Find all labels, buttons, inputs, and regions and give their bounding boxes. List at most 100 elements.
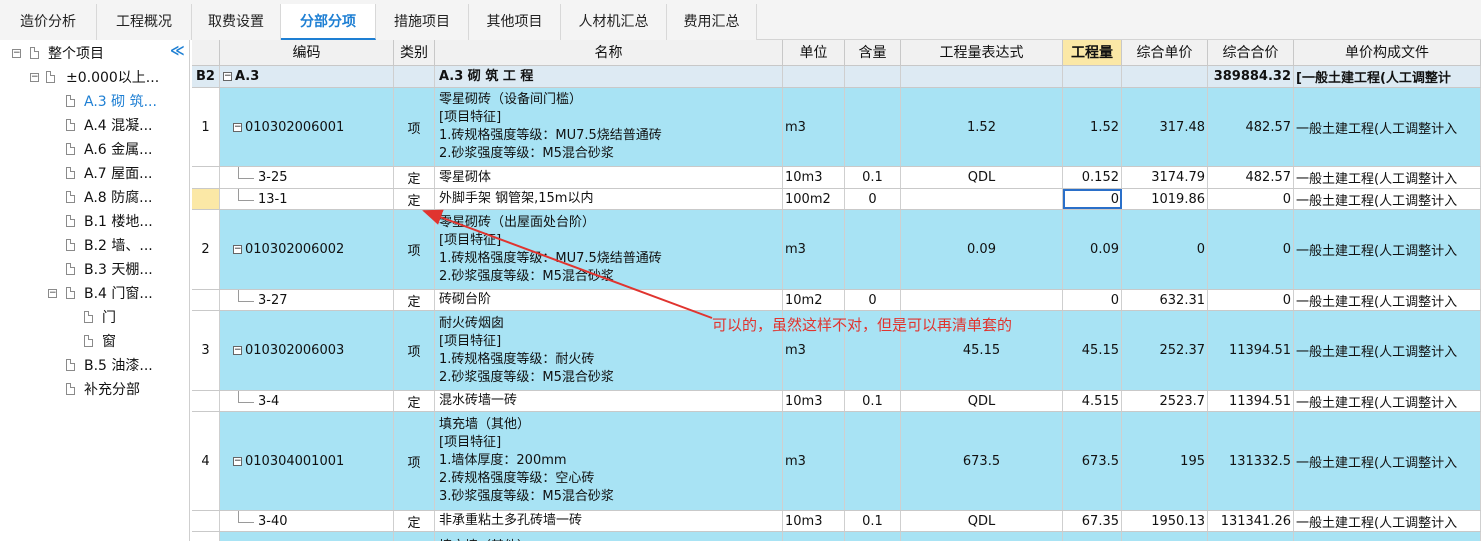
cell-total[interactable]: 0 [1208,290,1294,310]
cell-file[interactable]: 一般土建工程(人工调整计入 [1294,290,1481,310]
tree-item[interactable]: − B.4 门窗... [0,283,188,305]
cell-total[interactable]: 482.57 [1208,88,1294,166]
cell-code[interactable]: 13-1 [220,189,394,209]
column-header[interactable]: 综合单价 [1122,40,1208,66]
cell-expr[interactable]: 1.52 [901,88,1063,166]
cell-qty[interactable]: 45.15 [1063,311,1122,390]
cell-price[interactable]: 317.48 [1122,88,1208,166]
cell-expr[interactable] [901,66,1063,87]
column-header[interactable]: 编码 [220,40,394,66]
cell-type[interactable]: 项 [394,412,435,510]
cell-code[interactable]: 3-40 [220,511,394,531]
tree-item[interactable]: B.2 墙、... [0,235,188,257]
cell-content[interactable] [845,88,901,166]
cell-content[interactable]: 0.1 [845,391,901,411]
cell-expr[interactable]: QDL [901,391,1063,411]
tree-item[interactable]: − 整个项目 [0,43,188,65]
cell-file[interactable]: 一般土建工程(人工调整计入 [1294,88,1481,166]
tree-item[interactable]: A.8 防腐... [0,187,188,209]
tab-3[interactable]: 分部分项 [281,4,376,40]
tab-2[interactable]: 取费设置 [192,4,281,40]
cell-content[interactable] [845,66,901,87]
collapse-row-icon[interactable]: − [233,122,242,132]
tree-item[interactable]: 补充分部 [0,379,188,401]
cell-total[interactable]: 0 [1208,189,1294,209]
quota-row[interactable]: 13-1 定 外脚手架 钢管架,15m以内 100m2 0 0 1019.86 0 一般土建工程… [192,189,1481,210]
bill-item-row[interactable]: 1 −010302006001 项 零星砌砖（设备间门槛） [项目特征] 1.砖规格强度等… [192,88,1481,167]
tree-item[interactable]: A.6 金属... [0,139,188,161]
tab-6[interactable]: 人材机汇总 [561,4,667,40]
cell-code[interactable]: 3-25 [220,167,394,188]
cell-price[interactable]: 195 [1122,412,1208,510]
section-row[interactable]: B2− A.3 A.3 砌 筑 工 程 389884.32 [一般土建工程(人工调整计 [192,66,1481,88]
cell-price[interactable]: 1950.13 [1122,511,1208,531]
collapse-node-icon[interactable]: − [30,73,39,82]
column-header[interactable]: 含量 [845,40,901,66]
bill-item-row[interactable]: 4 −010304001001 项 填充墙（其他） [项目特征] 1.墙体厚度：200mm… [192,412,1481,511]
column-header[interactable]: 工程量 [1063,40,1122,66]
cell-expr[interactable]: QDL [901,167,1063,188]
cell-unit[interactable]: m3 [783,88,845,166]
cell-name[interactable]: A.3 砌 筑 工 程 [435,66,783,87]
cell-code[interactable]: − A.3 [220,66,394,87]
collapse-row-icon[interactable]: − [233,245,242,254]
column-header[interactable]: 综合合价 [1208,40,1294,66]
cell-name[interactable]: 填充墙（其他） [435,532,783,541]
cell-code[interactable]: 3-4 [220,391,394,411]
tree-item[interactable]: 窗 [0,331,188,353]
cell-file[interactable]: 一般土建工程(人工调整计入 [1294,167,1481,188]
cell-name[interactable]: 混水砖墙一砖 [435,391,783,411]
column-header[interactable]: 名称 [435,40,783,66]
column-header[interactable]: 单价构成文件 [1294,40,1481,66]
collapse-node-icon[interactable]: − [12,49,21,58]
cell-unit[interactable]: 10m3 [783,167,845,188]
cell-name[interactable]: 砖砌台阶 [435,290,783,310]
tree-item[interactable]: B.1 楼地... [0,211,188,233]
cell-price[interactable] [1122,66,1208,87]
cell-name[interactable]: 零星砌砖（出屋面处台阶） [项目特征] 1.砖规格强度等级：MU7.5烧结普通砖 2.… [435,210,783,289]
cell-qty[interactable]: 1.52 [1063,88,1122,166]
cell-price[interactable]: 2523.7 [1122,391,1208,411]
cell-type[interactable] [394,66,435,87]
tree-item[interactable]: − ±0.000以上... [0,67,188,89]
cell-unit[interactable]: m3 [783,412,845,510]
cell-code[interactable]: −010302006002 [220,210,394,289]
cell-content[interactable]: 0.1 [845,511,901,531]
cell-qty[interactable]: 67.35 [1063,511,1122,531]
quota-row[interactable]: 3-25 定 零星砌体 10m3 0.1 QDL 0.152 3174.79 482.57 一般土… [192,167,1481,189]
collapse-row-icon[interactable]: − [223,72,232,81]
tree-item[interactable]: A.7 屋面... [0,163,188,185]
cell-type[interactable]: 定 [394,511,435,531]
cell-code[interactable]: 3-27 [220,290,394,310]
cell-type[interactable]: 定 [394,391,435,411]
quota-row[interactable]: 3-4 定 混水砖墙一砖 10m3 0.1 QDL 4.515 2523.7 11394.51 一… [192,391,1481,412]
cell-code[interactable]: −010302006001 [220,88,394,166]
bill-item-row[interactable]: 2 −010302006002 项 零星砌砖（出屋面处台阶） [项目特征] 1.砖规格强度… [192,210,1481,290]
cell-name[interactable]: 填充墙（其他） [项目特征] 1.墙体厚度：200mm 2.砖规格强度等级：空心砖 3.… [435,412,783,510]
tree-item[interactable]: B.3 天棚... [0,259,188,281]
cell-name[interactable]: 零星砌砖（设备间门槛） [项目特征] 1.砖规格强度等级：MU7.5烧结普通砖 2.砂… [435,88,783,166]
cell-expr[interactable]: 0.09 [901,210,1063,289]
cell-price[interactable]: 3174.79 [1122,167,1208,188]
cell-code[interactable]: −010302006003 [220,311,394,390]
cell-unit[interactable]: 100m2 [783,189,845,209]
cell-unit[interactable]: 10m3 [783,511,845,531]
cell-price[interactable]: 1019.86 [1122,189,1208,209]
cell-name[interactable]: 零星砌体 [435,167,783,188]
cell-content[interactable] [845,210,901,289]
cell-total[interactable]: 389884.32 [1208,66,1294,87]
cell-unit[interactable]: 10m2 [783,290,845,310]
quota-row[interactable]: 3-40 定 非承重粘土多孔砖墙一砖 10m3 0.1 QDL 67.35 1950.13 13… [192,511,1481,532]
quota-row[interactable]: 3-27 定 砖砌台阶 10m2 0 0 632.31 0 一般土建工程(人工调整计入 [192,290,1481,311]
cell-name[interactable]: 非承重粘土多孔砖墙一砖 [435,511,783,531]
cell-file[interactable]: 一般土建工程(人工调整计入 [1294,311,1481,390]
cell-type[interactable]: 项 [394,210,435,289]
cell-unit[interactable] [783,532,845,541]
cell-total[interactable]: 482.57 [1208,167,1294,188]
cell-expr[interactable] [901,189,1063,209]
cell-total[interactable]: 11394.51 [1208,311,1294,390]
tree-item[interactable]: A.3 砌 筑... [0,91,188,113]
cell-qty[interactable]: 0.09 [1063,210,1122,289]
cell-file[interactable]: 一般土建工程(人工调整计入 [1294,210,1481,289]
cell-qty[interactable]: 0 [1063,290,1122,310]
